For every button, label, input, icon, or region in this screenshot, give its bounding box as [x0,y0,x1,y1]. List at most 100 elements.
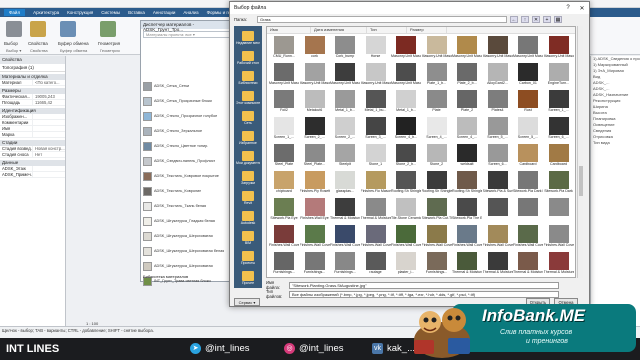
file-thumbnail[interactable]: Masonry.Unit Masonry.Glaz... [391,36,421,64]
file-thumbnail[interactable]: Masonry.Unit Masonry.Unit... [330,63,360,91]
file-thumbnail[interactable] [544,198,574,226]
file-thumbnail[interactable]: Screen_1_... [544,90,574,118]
file-thumbnail[interactable]: Masonry.Unit Masonry.Unit... [483,36,513,64]
file-thumbnail[interactable]: Foil2 [269,90,299,118]
file-thumbnail[interactable]: Masonry.Unit Masonry.Unit... [269,63,299,91]
up-folder-icon[interactable]: ↑ [521,15,529,23]
file-thumbnail[interactable] [513,198,543,226]
file-thumbnail[interactable]: Thermal & Moisture.E... [544,252,574,277]
material-list-item[interactable]: ADSK_Текстиль_Ковровое покрытие [143,171,231,181]
new-folder-icon[interactable]: + [543,15,551,23]
file-thumbnail[interactable]: Plate_1_b... [422,63,452,91]
file-thumbnail[interactable]: Roofing.Sh Shingle... [452,171,482,199]
ribbon-tool-button[interactable] [30,21,46,37]
file-thumbnail[interactable]: Thermal & Moisture.E... [361,198,391,226]
file-thumbnail[interactable]: Sitework.Pla Dark [544,171,574,199]
file-thumbnail[interactable]: Masonry.Unit Masonry.Glaz... [422,36,452,64]
property-row[interactable]: Площадь 11665,42 [0,100,65,106]
file-thumbnail[interactable]: Plates4 [483,90,513,118]
file-thumbnail[interactable]: Metal_1_b... [330,90,360,118]
places-item[interactable]: Загрузки [236,170,260,190]
file-thumbnail[interactable]: Masonry.Unit Masonry.Unit... [391,63,421,91]
property-value[interactable] [32,120,65,125]
property-value[interactable] [32,126,65,131]
back-icon[interactable]: ← [510,15,518,23]
scrollbar-thumb[interactable] [579,166,583,196]
file-thumbnail[interactable]: Finishes.Wall Covering.P... [544,225,574,253]
filename-field[interactable]: "Sitework.Planting.Grass.StAugustine.jpg… [289,281,559,289]
close-icon[interactable]: ✕ [575,5,589,12]
places-item[interactable]: Сеть [236,110,260,130]
material-filter[interactable]: Материалы проекта: все ▾ [143,31,231,38]
property-row[interactable]: ADSK_Примеч... [0,172,65,178]
column-header[interactable]: Дата изменения [311,27,367,33]
ribbon-tab[interactable]: Конструкция [67,10,93,15]
file-thumbnail[interactable]: Stone_2_b... [391,144,421,172]
ribbon-tab[interactable]: Архитектура [33,10,59,15]
file-thumbnail[interactable]: Finishes.Wall Covering.P... [391,225,421,253]
file-thumbnail[interactable]: Screen_4_... [422,117,452,145]
file-thumbnail[interactable]: Finishes.Wall Covering.P... [361,225,391,253]
property-value[interactable] [32,132,65,137]
material-list-item[interactable]: ADSK_Штукатурка_Шероховатая белая [143,246,231,256]
file-thumbnail[interactable]: Masonry.Unit Masonry.Unit... [361,63,391,91]
material-list-item[interactable]: ADSK_Штукатурка_Шероховатая [143,231,231,241]
property-value[interactable] [32,166,65,171]
file-thumbnail[interactable]: Thermal & Moisture.E... [483,252,513,277]
ribbon-tab[interactable]: Системы [101,10,120,15]
file-thumbnail[interactable]: glassplas... [330,171,360,199]
file-thumbnail[interactable]: Finishes.Ply Rosette [300,171,330,199]
material-list-item[interactable]: ADSK_Сетка_Прозрачные блоки [143,96,231,106]
property-value[interactable] [32,172,65,177]
file-thumbnail[interactable]: Finishes.Wall Covering.P... [452,225,482,253]
file-thumbnail[interactable]: cork [300,36,330,64]
material-list-item[interactable]: ADSK_Стекло_Прозрачное голубое [143,111,231,121]
ribbon-tab[interactable]: Файл [4,9,26,16]
file-thumbnail[interactable]: Cork_bump [330,36,360,64]
places-item[interactable]: Мои документы [236,150,260,170]
help-icon[interactable]: ? [561,5,575,12]
file-thumbnail[interactable]: Screen_3_... [361,117,391,145]
file-thumbnail[interactable]: Horse [361,36,391,64]
file-thumbnail[interactable]: Finishes.Wall Eye [300,198,330,226]
file-thumbnail[interactable]: Masonry.Unit Masonry.Unit... [544,36,574,64]
file-thumbnail[interactable]: Screen_4_... [452,117,482,145]
material-list-item[interactable]: ADSK_Стекло_Зеркальное [143,126,231,136]
file-thumbnail[interactable]: Furnishings... [330,252,360,277]
file-thumbnail[interactable]: Plate_2 [452,90,482,118]
file-thumbnail[interactable]: chipboard [269,171,299,199]
file-thumbnail[interactable] [483,198,513,226]
places-item[interactable]: Этот компьютер [236,90,260,110]
material-library-label[interactable]: Библиотека материалов [143,274,188,279]
file-thumbnail[interactable]: Screen_6... [483,144,513,172]
file-list[interactable]: Имя Дата изменения Тип Размер CMU_Runn... co… [266,26,576,278]
file-thumbnail[interactable]: Finishes.Wall Covering.P... [269,225,299,253]
property-row[interactable]: Стадия сноса Нет [0,152,65,158]
file-thumbnail[interactable]: Thermal & Moisture.E... [330,198,360,226]
file-thumbnail[interactable]: Sitework.Pla & Surface... [483,171,513,199]
file-thumbnail[interactable]: Finishes.Flo Masonry.Glaz... [361,171,391,199]
file-thumbnail[interactable]: Roofing.Sh Shingle... [391,171,421,199]
places-item[interactable]: BIM [236,230,260,250]
ribbon-tab[interactable]: Анализ [183,10,198,15]
file-thumbnail[interactable]: Plate_2_b... [452,63,482,91]
file-thumbnail[interactable]: Plate [422,90,452,118]
ribbon-tool-button[interactable] [60,21,76,37]
file-thumbnail[interactable]: Screen_6_... [544,117,574,145]
type-selector[interactable]: Топография (1) [0,64,65,72]
file-thumbnail[interactable]: Cardboard [544,144,574,172]
file-thumbnail[interactable]: Finishes.Wall Covering.P... [330,225,360,253]
property-row[interactable]: Марка [0,132,65,138]
views-icon[interactable]: ▦ [554,15,562,23]
material-list-item[interactable]: ADSK_Штукатурка_Шероховатая [143,261,231,271]
property-value[interactable]: Нет [32,152,65,157]
file-thumbnail[interactable]: Roofing.Sh Shingle... [422,171,452,199]
file-thumbnail[interactable]: weldsalt [452,144,482,172]
places-item[interactable]: Недавние места [236,30,260,50]
file-thumbnail[interactable]: Furnishings... [269,252,299,277]
file-thumbnail[interactable]: Thermal & Moisture.E... [513,252,543,277]
file-thumbnail[interactable]: Masonry.Unit Masonry.Unit... [300,63,330,91]
file-thumbnail[interactable]: Carbon_01 [513,63,543,91]
file-thumbnail[interactable]: Screen_2_... [330,117,360,145]
file-thumbnail[interactable]: rautage [361,252,391,277]
